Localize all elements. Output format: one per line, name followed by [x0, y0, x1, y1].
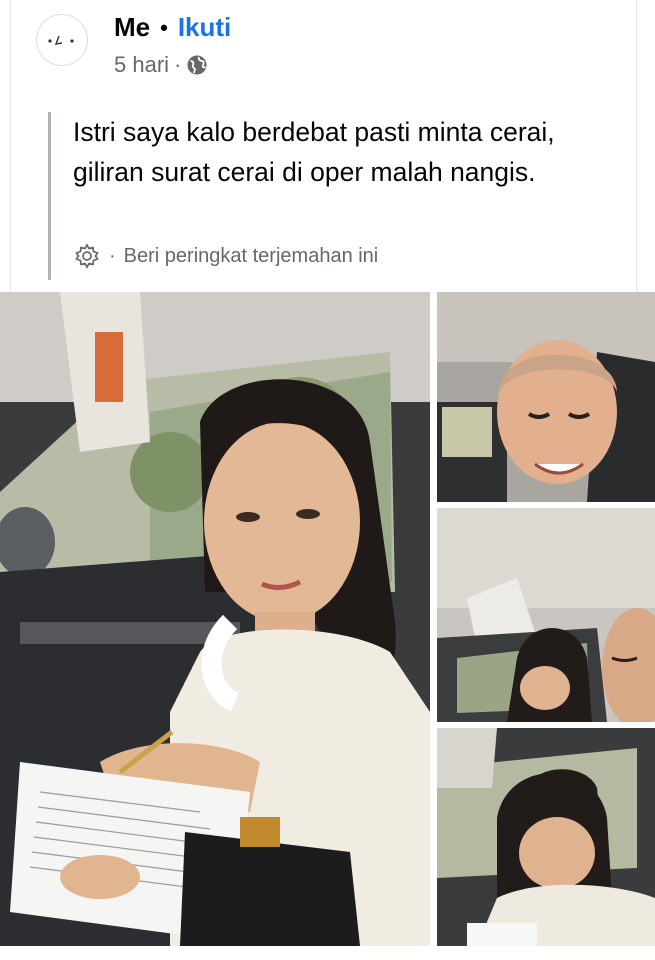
translation-rating-label[interactable]: Beri peringkat terjemahan ini: [124, 245, 379, 268]
photo-woman-writing[interactable]: [437, 728, 655, 946]
avatar-logo-icon: [48, 35, 74, 45]
photo-man-selfie[interactable]: [437, 292, 655, 502]
meta-separator: ·: [174, 52, 182, 77]
post-header: Me • Ikuti 5 hari ·: [36, 8, 636, 88]
post-time[interactable]: 5 hari: [114, 52, 169, 78]
photo-grid: [0, 292, 655, 960]
name-separator: •: [160, 14, 168, 40]
translated-post-block: Istri saya kalo berdebat pasti minta cer…: [48, 112, 603, 280]
author-name[interactable]: Me: [114, 12, 150, 43]
avatar[interactable]: [36, 14, 88, 66]
post-text: Istri saya kalo berdebat pasti minta cer…: [73, 117, 555, 187]
follow-button[interactable]: Ikuti: [178, 12, 231, 43]
photo-woman-signing[interactable]: [0, 292, 430, 946]
post-meta: 5 hari ·: [114, 52, 208, 78]
translation-rating-row[interactable]: · Beri peringkat terjemahan ini: [73, 242, 378, 270]
globe-icon: [187, 55, 207, 75]
name-row: Me • Ikuti: [114, 12, 231, 43]
photo-woman-passenger[interactable]: [437, 508, 655, 722]
gear-icon: [75, 243, 99, 269]
translation-separator: ·: [109, 244, 116, 267]
